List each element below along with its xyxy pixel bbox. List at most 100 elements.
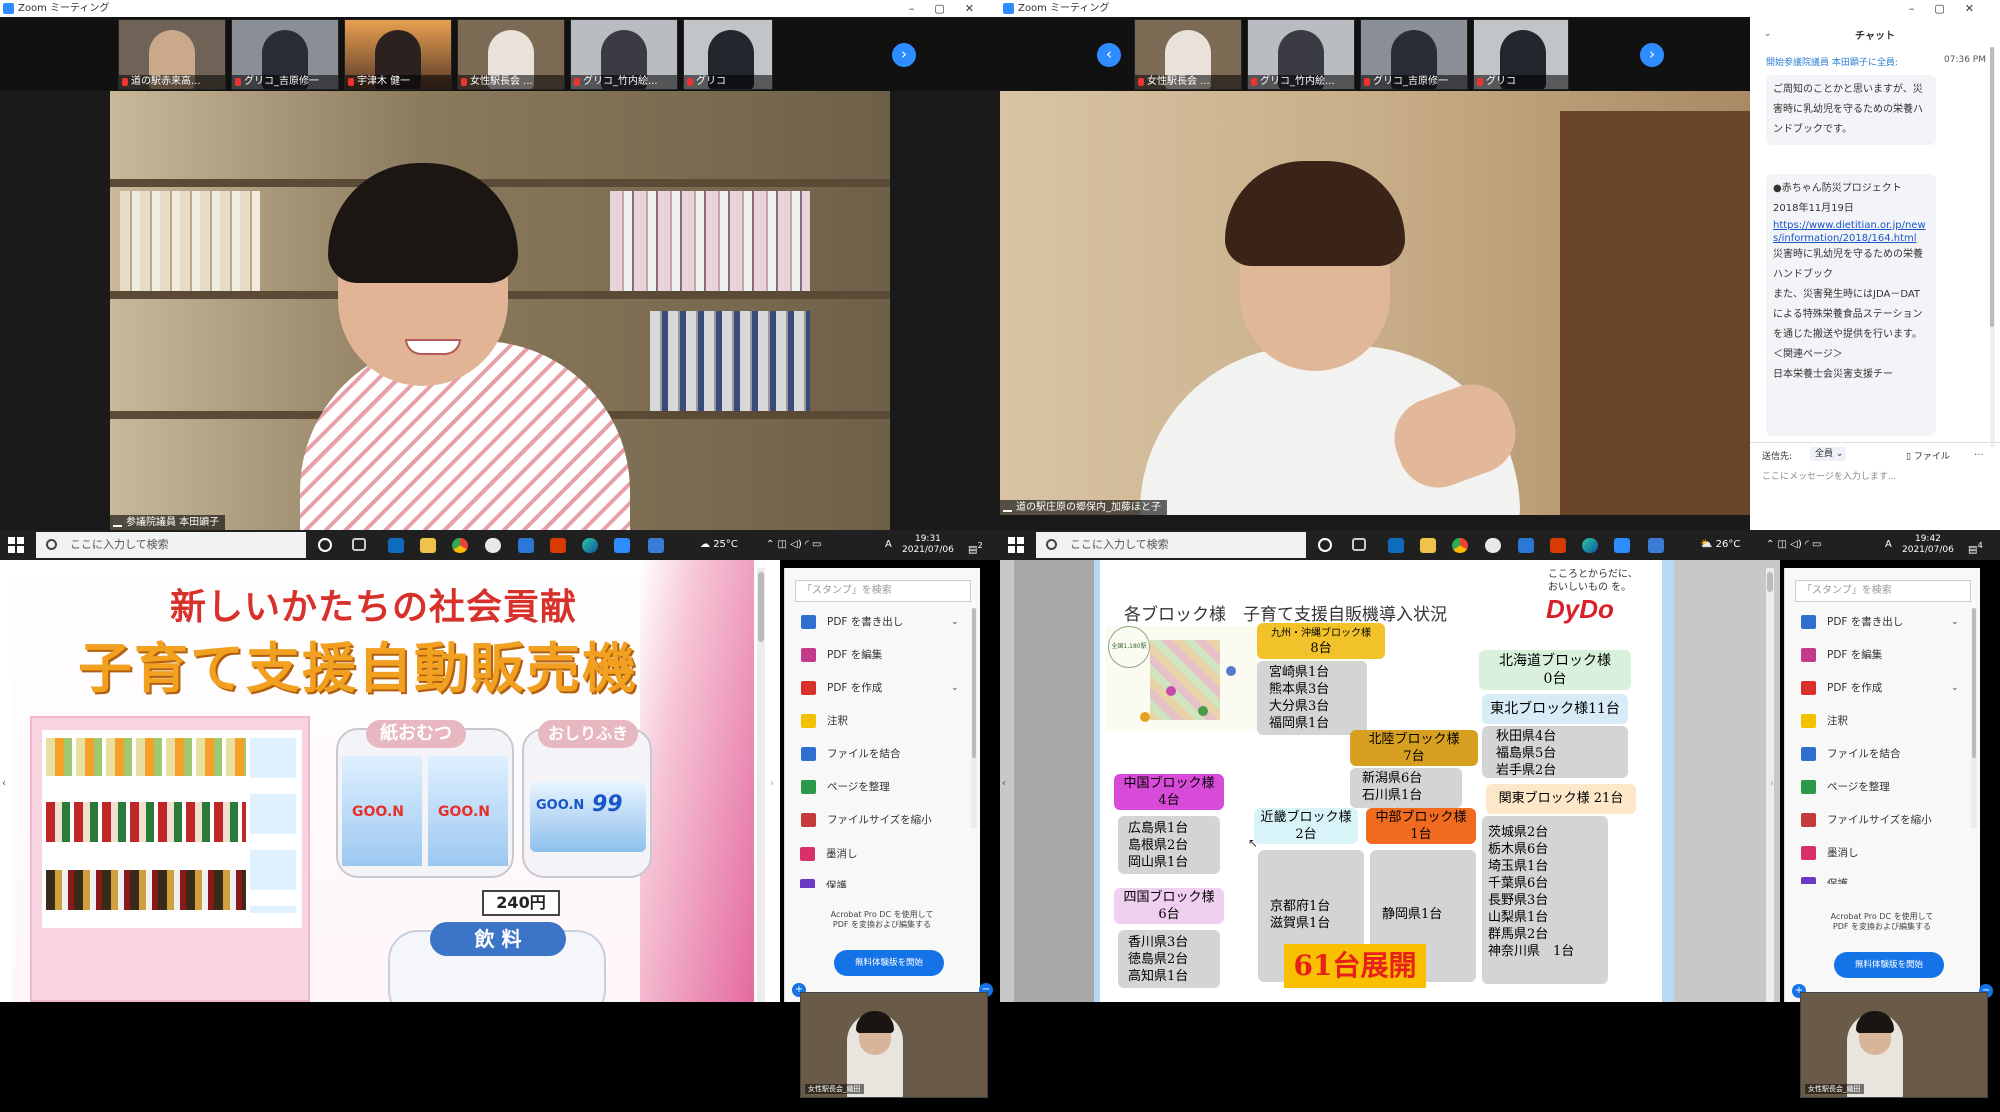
start-trial-button[interactable]: 無料体験版を開始 xyxy=(1834,952,1944,978)
tool-export-pdf[interactable]: PDF を書き出し ⌄ xyxy=(1801,612,1959,632)
self-view-video[interactable]: 女性駅長会_織田 xyxy=(1800,992,1988,1098)
chat-scrollbar[interactable] xyxy=(1990,47,1995,447)
edge-icon[interactable] xyxy=(1582,538,1598,553)
tool-edit-pdf[interactable]: PDF を編集 xyxy=(1801,645,1882,665)
zoom-taskbar-icon[interactable] xyxy=(614,538,630,553)
redact-icon xyxy=(800,847,815,861)
office-icon[interactable] xyxy=(1550,538,1566,553)
chat-input[interactable]: ここにメッセージを入力します... xyxy=(1762,469,1988,482)
mic-muted-icon xyxy=(235,78,241,86)
participant-thumbnail[interactable]: グリコ_竹内絵... xyxy=(1247,19,1355,90)
participant-thumbnail[interactable]: グリコ_吉原修一 xyxy=(231,19,339,90)
outlook-icon[interactable] xyxy=(1388,538,1404,553)
taskbar-clock[interactable]: 19:42 2021/07/06 xyxy=(1902,534,1954,556)
tray-icons[interactable]: ⌃ ◫ ◁) ◜ ▭ xyxy=(1766,530,1821,560)
file-icon: ▯ xyxy=(1906,452,1914,462)
tool-compress-pdf[interactable]: ファイルサイズを縮小 xyxy=(1801,810,1932,830)
file-button[interactable]: ▯ ファイル xyxy=(1906,449,1950,462)
more-options-button[interactable]: ... xyxy=(1974,447,1984,458)
app-icon[interactable] xyxy=(485,538,501,553)
app-icon[interactable] xyxy=(1648,538,1664,553)
tool-protect[interactable]: 保護 xyxy=(800,876,847,888)
slide-title: 子育て支援自動販売機 xyxy=(78,636,638,700)
collapse-left-icon[interactable]: ‹ xyxy=(2,778,6,789)
app-icon[interactable] xyxy=(518,538,534,553)
weather-widget[interactable]: ⛅ 26°C xyxy=(1700,530,1740,560)
window-controls[interactable]: –▢✕ xyxy=(909,0,994,17)
next-page-button[interactable]: › xyxy=(1640,43,1664,67)
file-explorer-icon[interactable] xyxy=(1420,538,1436,553)
create-pdf-icon xyxy=(1801,681,1816,695)
window-controls[interactable]: –▢✕ xyxy=(1909,0,1994,17)
tray-icons[interactable]: ⌃ ◫ ◁) ◜ ▭ xyxy=(766,530,821,560)
participant-thumbnail[interactable]: グリコ xyxy=(1473,19,1569,90)
task-view-icon[interactable] xyxy=(1352,538,1366,551)
chat-sender: 開始参議院議員 本田顕子に全員: xyxy=(1766,58,1898,68)
acrobat-promo: Acrobat Pro DC を使用して PDF を変換および編集する xyxy=(830,910,934,929)
tool-export-pdf[interactable]: PDF を書き出し ⌄ xyxy=(801,612,959,632)
slide-scrollbar[interactable] xyxy=(757,568,765,1002)
self-view-video[interactable]: 女性駅長会_織田 xyxy=(800,992,988,1098)
participant-thumbnail[interactable]: 道の駅赤来高... xyxy=(118,19,226,90)
slide-title: 各ブロック様 子育て支援自販機導入状況 xyxy=(1124,605,1447,625)
chat-link[interactable]: https://www.dietitian.or.jp/news/informa… xyxy=(1773,219,1929,245)
cortana-icon[interactable] xyxy=(1318,538,1332,552)
tools-search-input[interactable]: 「スタンプ」を検索 xyxy=(1795,580,1971,602)
tool-redact[interactable]: 墨消し xyxy=(800,844,858,864)
windows-start-button[interactable] xyxy=(8,537,24,553)
participant-thumbnail[interactable]: グリコ_吉原修一 xyxy=(1360,19,1468,90)
send-to-dropdown[interactable]: 全員 ⌄ xyxy=(1810,447,1846,461)
tool-combine-files[interactable]: ファイルを結合 xyxy=(801,744,901,764)
task-view-icon[interactable] xyxy=(352,538,366,551)
tools-scrollbar[interactable] xyxy=(1971,608,1977,828)
participant-thumbnail[interactable]: 女性駅長会 ... xyxy=(457,19,565,90)
zoom-window-right: Zoom ミーティング –▢✕ ‹ 女性駅長会 ... グリコ_竹内絵... グ… xyxy=(1000,0,2000,560)
books xyxy=(610,191,810,291)
mouse-cursor-icon: ↖ xyxy=(1248,836,1259,850)
tool-comment[interactable]: 注釈 xyxy=(801,711,848,731)
participant-thumbnail[interactable]: グリコ xyxy=(683,19,773,90)
office-icon[interactable] xyxy=(550,538,566,553)
ime-indicator[interactable]: A xyxy=(1885,530,1892,560)
participant-thumbnail[interactable]: グリコ_竹内絵... xyxy=(570,19,678,90)
taskbar-clock[interactable]: 19:31 2021/07/06 xyxy=(902,534,954,556)
participant-thumbnail[interactable]: 宇津木 健一 xyxy=(344,19,452,90)
cortana-icon[interactable] xyxy=(318,538,332,552)
tool-compress-pdf[interactable]: ファイルサイズを縮小 xyxy=(801,810,932,830)
tools-scrollbar[interactable] xyxy=(971,608,977,828)
outlook-icon[interactable] xyxy=(388,538,404,553)
chrome-icon[interactable] xyxy=(452,538,468,553)
tool-protect[interactable]: 保護 xyxy=(1801,874,1848,884)
windows-start-button[interactable] xyxy=(1008,537,1024,553)
tool-combine-files[interactable]: ファイルを結合 xyxy=(1801,744,1901,764)
tools-search-input[interactable]: 「スタンプ」を検索 xyxy=(795,580,971,602)
tool-organize-pages[interactable]: ページを整理 xyxy=(801,777,890,797)
speaker-smile xyxy=(405,339,461,355)
app-icon[interactable] xyxy=(1485,538,1501,553)
notification-center[interactable]: ▤2 xyxy=(968,530,983,560)
zoom-taskbar-icon[interactable] xyxy=(1614,538,1630,553)
next-page-button[interactable]: › xyxy=(892,43,916,67)
tool-edit-pdf[interactable]: PDF を編集 xyxy=(801,645,882,665)
tool-redact[interactable]: 墨消し xyxy=(1801,843,1859,863)
participant-thumbnail[interactable]: 女性駅長会 ... xyxy=(1134,19,1242,90)
weather-widget[interactable]: ☁ 25°C xyxy=(700,530,738,560)
file-explorer-icon[interactable] xyxy=(420,538,436,553)
taskbar-search-box[interactable]: ここに入力して検索 xyxy=(36,532,306,558)
collapse-left-icon[interactable]: ‹ xyxy=(1002,778,1006,789)
notification-center[interactable]: ▤4 xyxy=(1968,530,1983,560)
previous-page-button[interactable]: ‹ xyxy=(1097,43,1121,67)
chrome-icon[interactable] xyxy=(1452,538,1468,553)
tool-create-pdf[interactable]: PDF を作成 ⌄ xyxy=(1801,678,1959,698)
taskbar-search-box[interactable]: ここに入力して検索 xyxy=(1036,532,1306,558)
tool-organize-pages[interactable]: ページを整理 xyxy=(1801,777,1890,797)
collapse-panel-icon[interactable]: › xyxy=(770,778,774,789)
ime-indicator[interactable]: A xyxy=(885,530,892,560)
app-icon[interactable] xyxy=(648,538,664,553)
tool-comment[interactable]: 注釈 xyxy=(1801,711,1848,731)
edge-icon[interactable] xyxy=(582,538,598,553)
collapse-panel-icon[interactable]: › xyxy=(1770,778,1774,789)
start-trial-button[interactable]: 無料体験版を開始 xyxy=(834,950,944,976)
app-icon[interactable] xyxy=(1518,538,1534,553)
tool-create-pdf[interactable]: PDF を作成 ⌄ xyxy=(801,678,959,698)
